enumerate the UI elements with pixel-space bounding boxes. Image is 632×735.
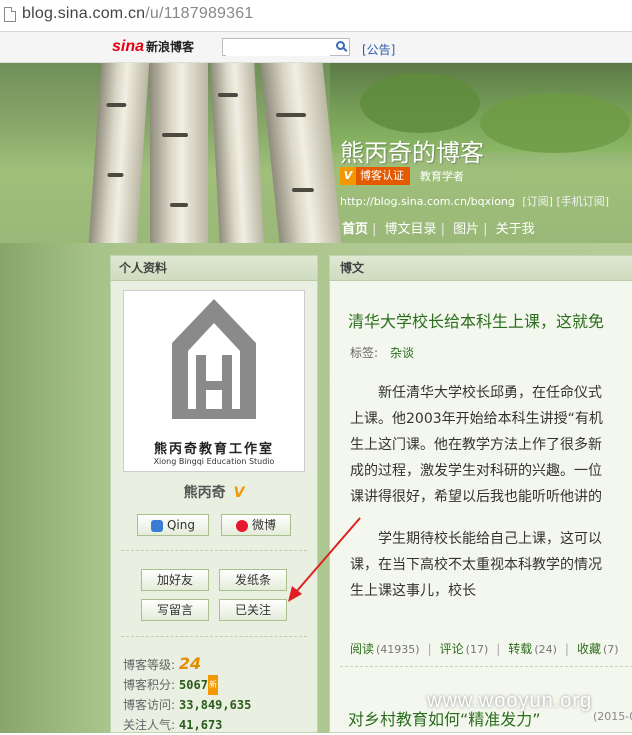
weibo-icon — [235, 519, 248, 532]
foliage — [360, 73, 480, 133]
blog-url[interactable]: http://blog.sina.com.cn/bqxiong — [340, 195, 515, 208]
read-count: (41935) — [376, 643, 420, 656]
url-path: /u/1187989361 — [145, 5, 254, 22]
browser-address-bar[interactable]: blog.sina.com.cn/u/1187989361 — [0, 0, 632, 32]
foliage — [480, 93, 630, 153]
qing-button-label: Qing — [166, 518, 195, 532]
avatar-caption-cn: 熊丙奇教育工作室 — [153, 442, 274, 457]
verified-v-icon: V — [233, 485, 245, 501]
post-title[interactable]: 清华大学校长给本科生上课，这就免 — [348, 308, 604, 332]
post-tags: 标签: 杂谈 — [350, 344, 414, 361]
search-input[interactable] — [226, 40, 330, 56]
blog-banner: 熊丙奇的博客 V 博客认证 教育学者 http://blog.sina.com.c… — [0, 63, 632, 243]
user-name[interactable]: 熊丙奇 — [184, 485, 226, 501]
avatar-caption-en: Xiong Bingqi Education Studio — [153, 457, 275, 466]
read-link[interactable]: 阅读 — [350, 642, 374, 656]
profile-panel-heading: 个人资料 — [111, 256, 317, 281]
repost-link[interactable]: 转载 — [508, 642, 532, 656]
stat-popularity-value: 41,673 — [179, 718, 223, 732]
watermark: www.wooyun.org — [427, 690, 593, 712]
subscribe-links[interactable]: [订阅] [手机订阅] — [522, 195, 609, 208]
stat-level: 博客等级: 24 — [123, 654, 251, 675]
verified-v-icon: V — [340, 167, 356, 185]
stat-visits: 博客访问: 33,849,635 — [123, 695, 251, 715]
sina-logo-cn: 新浪博客 — [146, 40, 195, 54]
search-icon[interactable] — [336, 41, 345, 50]
post-paragraph: 新任清华大学校长邱勇，在任命仪式 上课。他2003年开始给本科生讲授“有机 生上… — [350, 385, 603, 505]
blog-nav: 首页 | 博文目录 | 图片 | 关于我 — [342, 222, 535, 237]
stat-popularity: 关注人气: 41,673 — [123, 715, 251, 735]
comment-count: (17) — [465, 643, 489, 656]
stat-level-label: 博客等级: — [123, 658, 176, 672]
sina-logo-latin: sina — [112, 38, 145, 55]
posts-panel: 博文 清华大学校长给本科生上课，这就免 标签: 杂谈 新任清华大学校长邱勇，在任命… — [329, 255, 632, 733]
url-host: blog.sina.com.cn — [22, 5, 146, 22]
blog-url-row: http://blog.sina.com.cn/bqxiong [订阅] [手机… — [340, 193, 609, 209]
divider — [121, 636, 307, 637]
post-date: (2015-04 — [593, 710, 632, 723]
new-badge: 新 — [207, 675, 218, 695]
blog-stats: 博客等级: 24 博客积分: 5067新 博客访问: 33,849,635 关注人气… — [123, 654, 251, 735]
profile-panel: 个人资料 熊丙奇教育工作室 Xiong Bingqi Education Stu… — [110, 255, 318, 733]
send-note-button[interactable]: 发纸条 — [219, 569, 287, 591]
notice-link[interactable]: [公告] — [362, 41, 395, 58]
verification-row: V 博客认证 教育学者 — [340, 167, 464, 185]
post-paragraph: 学生期待校长能给自己上课，这可以 课，在当下高校不太重视本科教学的情况 生上课这… — [350, 531, 602, 599]
stat-points-label: 博客积分: — [123, 678, 176, 692]
tags-label: 标签: — [350, 346, 379, 360]
tag-link[interactable]: 杂谈 — [390, 346, 414, 360]
nav-photos[interactable]: 图片 — [453, 222, 479, 237]
nav-article-list[interactable]: 博文目录 — [385, 222, 437, 237]
favorite-count: (7) — [602, 643, 619, 656]
sina-blog-logo[interactable]: sina 新浪博客 — [112, 38, 194, 56]
posts-panel-heading: 博文 — [330, 256, 632, 281]
stat-level-value: 24 — [178, 654, 202, 673]
add-friend-button[interactable]: 加好友 — [141, 569, 209, 591]
stat-points: 博客积分: 5067新 — [123, 675, 251, 695]
divider — [340, 666, 632, 667]
user-name-row: 熊丙奇 V — [111, 482, 317, 502]
nav-about[interactable]: 关于我 — [496, 222, 535, 237]
post-actions: 阅读 (41935) | 评论 (17) | 转载 (24) | 收藏 (7) — [350, 642, 619, 656]
stat-visits-value: 33,849,635 — [179, 698, 252, 712]
author-role: 教育学者 — [419, 170, 464, 183]
search-box — [222, 38, 350, 56]
verified-badge-label: 博客认证 — [360, 169, 404, 182]
nav-home[interactable]: 首页 — [342, 222, 368, 237]
weibo-button-label: 微博 — [251, 518, 276, 532]
weibo-button[interactable]: 微博 — [221, 514, 291, 536]
comment-link[interactable]: 评论 — [440, 642, 464, 656]
write-message-button[interactable]: 写留言 — [141, 599, 209, 621]
address-url[interactable]: blog.sina.com.cn/u/1187989361 — [22, 5, 253, 23]
qing-button[interactable]: Qing — [137, 514, 209, 536]
avatar[interactable]: 熊丙奇教育工作室 Xiong Bingqi Education Studio — [123, 290, 305, 472]
post-body: 新任清华大学校长邱勇，在任命仪式 上课。他2003年开始给本科生讲授“有机 生上… — [350, 380, 632, 620]
divider — [121, 550, 307, 551]
verified-badge[interactable]: V 博客认证 — [340, 167, 410, 185]
stat-visits-label: 博客访问: — [123, 698, 176, 712]
blog-title[interactable]: 熊丙奇的博客 — [340, 133, 484, 168]
repost-count: (24) — [534, 643, 557, 656]
sina-top-bar: sina 新浪博客 [公告] — [0, 32, 632, 63]
tree-trunk — [210, 63, 264, 243]
qing-icon — [150, 519, 163, 532]
stat-popularity-label: 关注人气: — [123, 718, 176, 732]
favorite-link[interactable]: 收藏 — [577, 642, 601, 656]
tree-trunk — [88, 63, 150, 243]
followed-button[interactable]: 已关注 — [219, 599, 287, 621]
tree-trunk — [150, 63, 208, 243]
page-icon — [4, 7, 16, 22]
stat-points-value: 5067 — [179, 678, 208, 692]
studio-logo-icon — [172, 299, 256, 419]
